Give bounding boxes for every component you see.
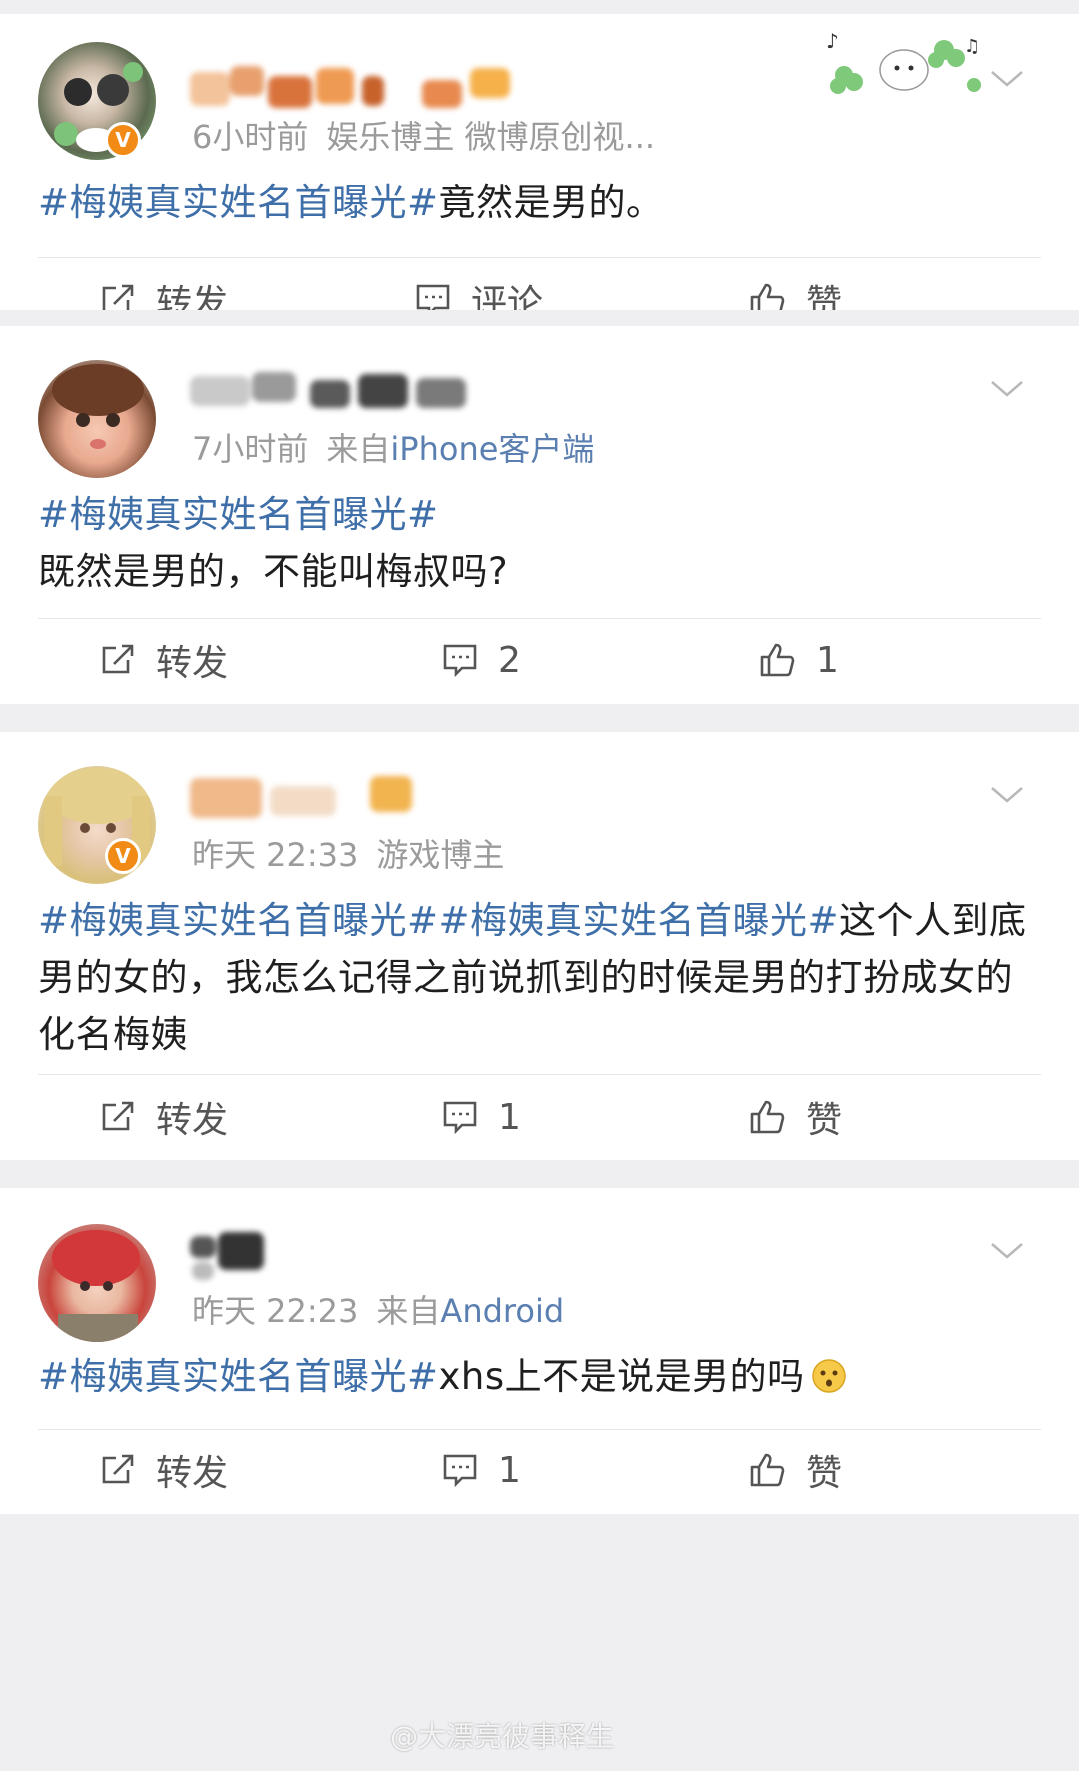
post-body: 既然是男的，不能叫梅叔吗? (38, 550, 509, 593)
post-meta: 7小时前 来自iPhone客户端 (192, 424, 594, 470)
post-content: #梅姨真实姓名首曝光#xhs上不是说是男的吗 (38, 1348, 1038, 1405)
chevron-down-icon[interactable] (989, 1238, 1025, 1262)
chevron-down-icon[interactable] (989, 66, 1025, 90)
like-button[interactable]: 赞 (748, 1440, 842, 1500)
post-device[interactable]: Android (440, 1292, 564, 1330)
like-count: 1 (816, 639, 839, 681)
divider (38, 618, 1041, 619)
chevron-down-icon[interactable] (989, 782, 1025, 806)
avatar[interactable] (38, 766, 156, 884)
divider (38, 1429, 1041, 1430)
post-source-prefix: 来自 (326, 430, 391, 468)
post-time: 6小时前 (192, 118, 309, 156)
thumbs-up-icon (750, 1453, 785, 1487)
comment-button[interactable]: 评论 (415, 270, 543, 310)
thinking-emoji-icon (811, 1359, 846, 1393)
verified-badge-icon: V (105, 838, 141, 874)
action-bar: 转发 1 赞 (0, 1440, 1079, 1500)
topic-link[interactable]: #梅姨真实姓名首曝光##梅姨真实姓名首曝光# (38, 899, 839, 942)
thumbs-up-icon (760, 643, 795, 677)
username-blurred[interactable] (190, 364, 480, 420)
comment-count: 1 (498, 1449, 521, 1491)
verified-badge-icon: V (105, 122, 141, 158)
svg-text:♫: ♫ (964, 36, 980, 57)
thumbs-up-icon (750, 1100, 785, 1134)
avatar[interactable] (38, 1224, 156, 1342)
comment-button[interactable]: 1 (442, 1440, 521, 1500)
post-time: 昨天 22:23 (192, 1292, 359, 1330)
username-blurred[interactable] (190, 770, 430, 826)
thumbs-up-icon (750, 283, 785, 310)
like-label: 赞 (806, 1100, 843, 1141)
post-device[interactable]: iPhone客户端 (390, 430, 594, 468)
weibo-comment-feed: V 6小时前 娱乐博主 微博原创视... ♪ ♫ #梅姨真实姓名首曝光#竟然是男… (0, 0, 1079, 1771)
post-content: #梅姨真实姓名首曝光# 既然是男的，不能叫梅叔吗? (38, 486, 1038, 600)
repost-label: 转发 (156, 1100, 229, 1141)
post-meta: 昨天 22:23 来自Android (192, 1286, 564, 1332)
comment-icon (443, 1101, 477, 1135)
post-time: 7小时前 (192, 430, 309, 468)
repost-icon (102, 1101, 134, 1131)
post-card: 7小时前 来自iPhone客户端 #梅姨真实姓名首曝光# 既然是男的，不能叫梅叔吗?… (0, 326, 1079, 704)
avatar[interactable] (38, 360, 156, 478)
like-button[interactable]: 1 (758, 630, 839, 690)
post-card: V 昨天 22:33 游戏博主 #梅姨真实姓名首曝光##梅姨真实姓名首曝光#这个人… (0, 732, 1079, 1160)
comment-icon (416, 284, 450, 310)
post-meta: 6小时前 娱乐博主 微博原创视... (192, 112, 655, 158)
divider (38, 1074, 1041, 1075)
post-time: 昨天 22:33 (192, 836, 359, 874)
post-card: 昨天 22:23 来自Android #梅姨真实姓名首曝光#xhs上不是说是男的吗… (0, 1188, 1079, 1514)
post-source-prefix: 来自 (376, 1292, 441, 1330)
comment-label: 评论 (471, 283, 544, 310)
like-button[interactable]: 赞 (748, 1087, 842, 1147)
action-bar: 转发 1 赞 (0, 1087, 1079, 1147)
topic-link[interactable]: #梅姨真实姓名首曝光# (38, 493, 439, 536)
divider (38, 257, 1041, 258)
chevron-down-icon[interactable] (989, 376, 1025, 400)
like-button[interactable]: 赞 (748, 270, 842, 310)
comment-count: 2 (498, 639, 521, 681)
post-source: 娱乐博主 微博原创视... (326, 118, 656, 156)
post-source: 游戏博主 (376, 836, 505, 874)
repost-button[interactable]: 转发 (100, 1087, 228, 1147)
watermark: @大漂亮彼事释生 (390, 1720, 615, 1753)
username-blurred[interactable] (190, 1226, 290, 1282)
repost-icon (102, 284, 134, 310)
repost-icon (102, 1454, 134, 1484)
repost-button[interactable]: 转发 (100, 270, 228, 310)
repost-button[interactable]: 转发 (100, 630, 228, 690)
post-content: #梅姨真实姓名首曝光#竟然是男的。 (38, 174, 1038, 231)
like-label: 赞 (806, 283, 843, 310)
repost-label: 转发 (156, 283, 229, 310)
comment-count: 1 (498, 1096, 521, 1138)
repost-button[interactable]: 转发 (100, 1440, 228, 1500)
post-body: 竟然是男的。 (438, 181, 664, 224)
action-bar: 转发 2 1 (0, 630, 1079, 690)
comment-button[interactable]: 2 (442, 630, 521, 690)
repost-label: 转发 (156, 643, 229, 684)
comment-button[interactable]: 1 (442, 1087, 521, 1147)
post-content: #梅姨真实姓名首曝光##梅姨真实姓名首曝光#这个人到底男的女的，我怎么记得之前说… (38, 892, 1038, 1063)
post-meta: 昨天 22:33 游戏博主 (192, 830, 504, 876)
comment-icon (443, 644, 477, 678)
like-label: 赞 (806, 1453, 843, 1494)
repost-label: 转发 (156, 1453, 229, 1494)
svg-text:♪: ♪ (826, 30, 839, 53)
username-blurred[interactable] (190, 62, 520, 118)
repost-icon (102, 644, 134, 674)
topic-link[interactable]: #梅姨真实姓名首曝光# (38, 1355, 439, 1398)
post-body: xhs上不是说是男的吗 (438, 1355, 805, 1398)
action-bar: 转发 评论 赞 (0, 270, 1079, 310)
clover-sticker-icon: ♪ ♫ (826, 30, 981, 94)
post-card: V 6小时前 娱乐博主 微博原创视... ♪ ♫ #梅姨真实姓名首曝光#竟然是男… (0, 14, 1079, 310)
comment-icon (443, 1454, 477, 1488)
topic-link[interactable]: #梅姨真实姓名首曝光# (38, 181, 439, 224)
